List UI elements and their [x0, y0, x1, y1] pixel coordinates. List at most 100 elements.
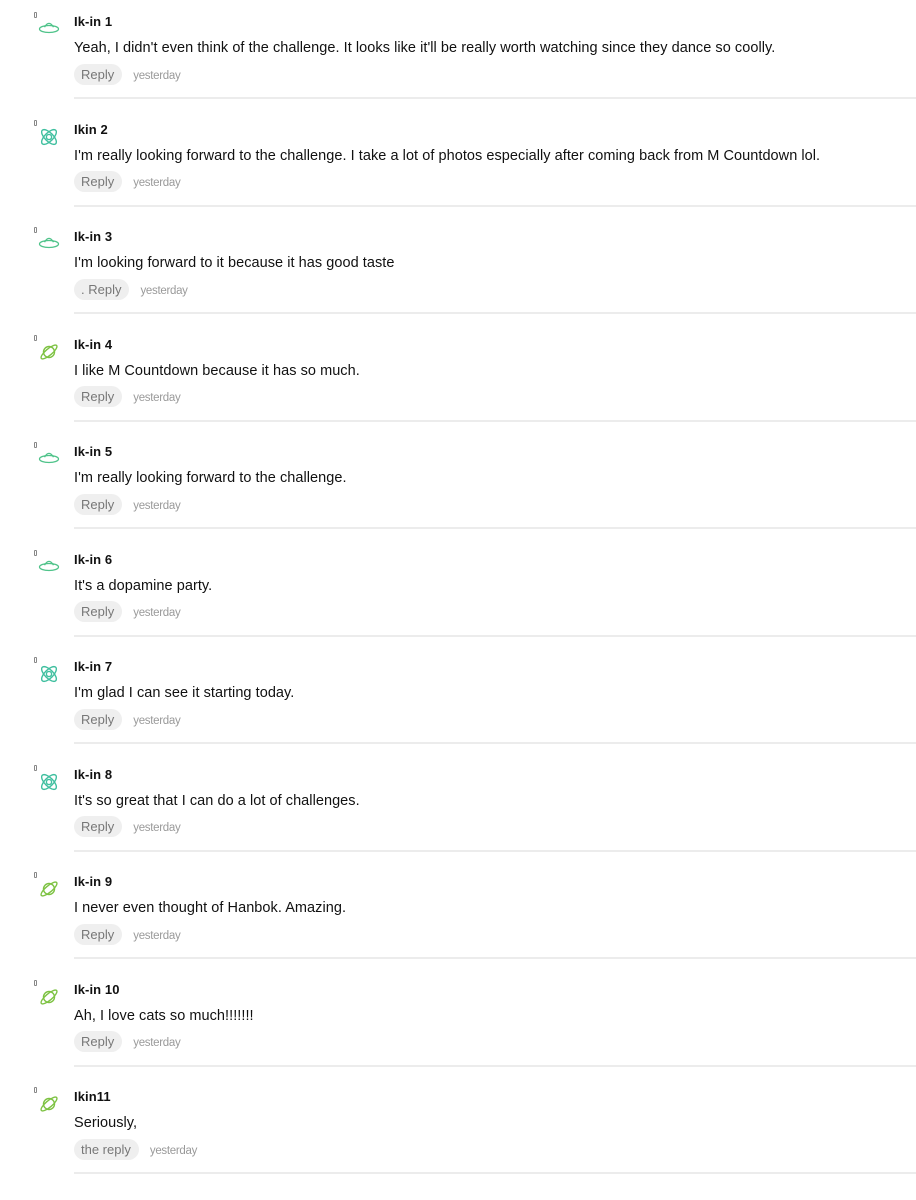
comment-timestamp: yesterday: [133, 177, 181, 189]
comment-meta: Reply yesterday: [74, 171, 916, 193]
avatar-badge: [34, 549, 37, 556]
comment-body: Ik-in 5 I'm really looking forward to th…: [74, 444, 916, 515]
comment-author[interactable]: Ik-in 6: [74, 552, 916, 568]
comment-text: I'm really looking forward to the challe…: [74, 147, 821, 164]
comment-author[interactable]: Ik-in 8: [74, 767, 916, 783]
comment-author[interactable]: Ik-in 1: [74, 14, 916, 30]
reply-button[interactable]: Reply: [74, 923, 123, 945]
comment-divider: [74, 1064, 916, 1067]
comment-author[interactable]: Ik-in 4: [74, 337, 916, 353]
avatar-badge: [34, 657, 37, 663]
comment-item: Ik-in 6 It's a dopamine party. Reply yes…: [0, 538, 916, 646]
comment-meta: Reply yesterday: [74, 63, 916, 85]
comment-text: I'm glad I can see it starting today.: [74, 685, 295, 701]
comment-divider: [74, 849, 916, 852]
avatar-badge: [34, 442, 37, 448]
comment-body: Ik-in 1 Yeah, I didn't even think of the…: [74, 14, 916, 85]
reply-button[interactable]: Reply: [74, 63, 123, 85]
comment-body: Ik-in 10 Ah, I love cats so much!!!!!!! …: [74, 982, 916, 1053]
comment-item: Ik-in 9 I never even thought of Hanbok. …: [0, 860, 916, 968]
comment-divider: [74, 527, 916, 529]
comment-author[interactable]: Ik-in 9: [74, 874, 916, 890]
comment-timestamp: yesterday: [133, 499, 181, 512]
avatar[interactable]: [34, 549, 60, 578]
comment-item: Ikin11 Seriously, the reply yesterday: [0, 1075, 916, 1183]
comment-timestamp: yesterday: [133, 392, 181, 404]
comment-meta: Reply yesterday: [74, 816, 916, 838]
reply-button[interactable]: Reply: [74, 601, 123, 622]
comment-timestamp: yesterday: [133, 69, 181, 82]
avatar[interactable]: [34, 657, 58, 685]
avatar[interactable]: [34, 764, 58, 793]
comment-item: Ik-in 8 It's so great that I can do a lo…: [0, 753, 916, 861]
comment-item: Ik-in 5 I'm really looking forward to th…: [0, 430, 916, 538]
comment-body: Ik-in 7 I'm glad I can see it starting t…: [74, 659, 916, 730]
comment-meta: Reply yesterday: [74, 386, 916, 408]
comment-author[interactable]: Ik-in 7: [74, 659, 916, 675]
comment-author[interactable]: Ikin11: [74, 1089, 916, 1105]
comment-text: I'm really looking forward to the challe…: [74, 470, 347, 486]
comment-text: Ah, I love cats so much!!!!!!!: [74, 1007, 254, 1024]
comment-divider: [74, 204, 916, 207]
reply-button[interactable]: Reply: [74, 386, 123, 407]
comment-timestamp: yesterday: [133, 607, 181, 619]
avatar-badge: [34, 764, 37, 771]
comment-author[interactable]: Ikin 2: [74, 122, 916, 138]
comment-meta: the reply yesterday: [74, 1138, 916, 1160]
reply-button[interactable]: . Reply: [74, 278, 130, 300]
reply-button[interactable]: Reply: [74, 493, 123, 515]
comment-author[interactable]: Ik-in 10: [74, 982, 916, 998]
comment-item: Ikin 2 I'm really looking forward to the…: [0, 108, 916, 216]
comment-divider: [74, 742, 916, 744]
avatar[interactable]: [34, 979, 58, 1008]
avatar-badge: [34, 119, 37, 126]
avatar[interactable]: [34, 12, 60, 40]
comment-list: Ik-in 1 Yeah, I didn't even think of the…: [0, 0, 916, 1183]
reply-button[interactable]: Reply: [74, 816, 123, 837]
comment-divider: [74, 97, 916, 99]
comment-timestamp: yesterday: [133, 929, 181, 942]
comment-item: Ik-in 7 I'm glad I can see it starting t…: [0, 645, 916, 753]
comment-text: Yeah, I didn't even think of the challen…: [74, 40, 776, 56]
comment-author[interactable]: Ik-in 3: [74, 229, 916, 245]
comment-timestamp: yesterday: [133, 714, 181, 727]
avatar-badge: [34, 12, 37, 18]
avatar[interactable]: [34, 227, 60, 255]
reply-button[interactable]: Reply: [74, 171, 123, 192]
avatar[interactable]: [34, 1087, 58, 1115]
comment-text: I never even thought of Hanbok. Amazing.: [74, 900, 347, 916]
comment-body: Ik-in 8 It's so great that I can do a lo…: [74, 767, 916, 838]
comment-item: Ik-in 4 I like M Countdown because it ha…: [0, 323, 916, 431]
comment-meta: Reply yesterday: [74, 601, 916, 623]
comment-text: Seriously,: [74, 1115, 138, 1131]
reply-button[interactable]: Reply: [74, 1031, 123, 1052]
comment-author[interactable]: Ik-in 5: [74, 444, 916, 460]
comment-divider: [74, 634, 916, 637]
comment-item: Ik-in 10 Ah, I love cats so much!!!!!!! …: [0, 968, 916, 1076]
reply-button[interactable]: the reply: [74, 1138, 139, 1160]
avatar-badge: [34, 334, 37, 341]
comment-meta: Reply yesterday: [74, 493, 916, 515]
avatar-badge: [34, 1087, 37, 1093]
comment-item: Ik-in 3 I'm looking forward to it becaus…: [0, 215, 916, 323]
comment-timestamp: yesterday: [149, 1144, 198, 1157]
comment-body: Ik-in 9 I never even thought of Hanbok. …: [74, 874, 916, 945]
comment-divider: [74, 957, 916, 959]
avatar-badge: [34, 227, 37, 233]
comment-body: Ik-in 4 I like M Countdown because it ha…: [74, 337, 916, 408]
avatar[interactable]: [34, 872, 58, 900]
avatar[interactable]: [34, 442, 60, 470]
avatar[interactable]: [34, 334, 58, 363]
comment-timestamp: yesterday: [140, 284, 188, 297]
comment-timestamp: yesterday: [133, 1037, 181, 1049]
comment-divider: [74, 1172, 916, 1174]
comment-body: Ik-in 3 I'm looking forward to it becaus…: [74, 229, 916, 300]
reply-button[interactable]: Reply: [74, 708, 123, 730]
comment-text: It's a dopamine party.: [74, 577, 213, 594]
avatar-badge: [34, 979, 37, 986]
avatar[interactable]: [34, 119, 58, 148]
comment-divider: [74, 419, 916, 422]
comment-meta: Reply yesterday: [74, 708, 916, 730]
comment-meta: Reply yesterday: [74, 1031, 916, 1053]
comment-divider: [74, 312, 916, 314]
